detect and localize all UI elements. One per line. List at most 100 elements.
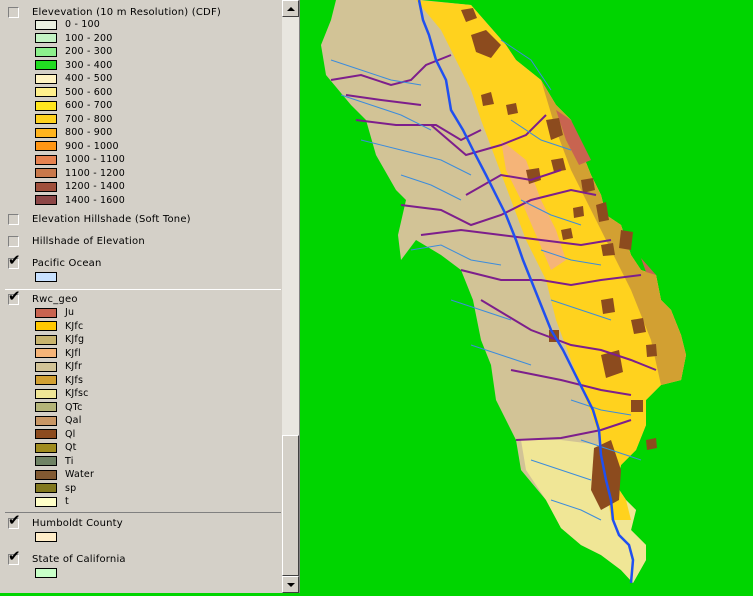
legend-swatch: [35, 456, 57, 466]
legend-item: KJfs: [35, 374, 83, 387]
legend-item: 700 - 800: [35, 113, 113, 126]
legend-swatch: [35, 567, 57, 578]
legend-swatch: [35, 141, 57, 151]
layer-state-of-california-checkbox[interactable]: ✔: [8, 548, 21, 565]
layer-rwc-geo-checkbox[interactable]: ✔: [8, 288, 21, 305]
legend-item: 600 - 700: [35, 99, 113, 112]
arrow-up-icon: [286, 6, 295, 11]
layer-hillshade-of-elevation-checkbox[interactable]: [8, 235, 19, 247]
map-canvas[interactable]: [301, 0, 753, 593]
legend-label: 400 - 500: [65, 73, 113, 84]
check-icon: ✔: [8, 250, 21, 269]
legend-swatch: [35, 73, 57, 84]
legend-label: Ql: [65, 428, 76, 440]
legend-item: 800 - 900: [35, 126, 113, 139]
legend-label: 600 - 700: [65, 100, 113, 111]
legend-item: 900 - 1000: [35, 140, 119, 153]
legend-label: Water: [65, 469, 95, 480]
legend-label: Qt: [65, 442, 77, 453]
legend-label: QTc: [65, 401, 83, 413]
legend-swatch: [35, 429, 57, 439]
layer-humboldt-county[interactable]: ✔ Humboldt County: [8, 512, 123, 531]
legend-label: KJfg: [65, 334, 85, 345]
legend-label: t: [65, 496, 69, 507]
check-icon: ✔: [8, 286, 21, 305]
legend-label: 300 - 400: [65, 59, 113, 71]
legend-item: 1000 - 1100: [35, 153, 125, 166]
legend-swatch: [35, 442, 57, 453]
legend-swatch: [35, 361, 57, 372]
layer-hillshade-of-elevation-name: Hillshade of Elevation: [32, 235, 145, 247]
layer-pacific-ocean-checkbox[interactable]: ✔: [8, 252, 21, 269]
scroll-up-button[interactable]: [282, 0, 299, 17]
legend-item: [35, 270, 65, 283]
legend-label: 1400 - 1600: [65, 194, 126, 206]
legend-swatch: [35, 19, 57, 30]
legend-swatch: [35, 181, 57, 192]
legend-label: sp: [65, 482, 77, 494]
layer-humboldt-county-name: Humboldt County: [32, 517, 123, 529]
legend-swatch: [35, 100, 57, 111]
layer-elevation-checkbox[interactable]: [8, 6, 19, 18]
layer-list: Elevevation (10 m Resolution) (CDF) 0 - …: [0, 0, 282, 593]
legend-label: Qal: [65, 415, 82, 426]
layer-rwc-geo-name: Rwc_geo: [32, 293, 78, 305]
check-icon: ✔: [8, 546, 21, 565]
layer-hillshade-of-elevation[interactable]: Hillshade of Elevation: [8, 233, 145, 249]
map-view[interactable]: [301, 0, 753, 593]
legend-item: 0 - 100: [35, 18, 100, 31]
legend-label: 1200 - 1400: [65, 181, 126, 192]
arrow-down-icon: [286, 582, 295, 587]
legend-swatch: [35, 388, 57, 399]
legend-swatch: [35, 60, 57, 70]
legend-label: KJfl: [65, 347, 81, 359]
legend-item: 200 - 300: [35, 45, 113, 58]
layer-elevation-hillshade-soft[interactable]: Elevation Hillshade (Soft Tone): [8, 211, 191, 227]
legend-swatch: [35, 469, 57, 480]
legend-item: Ju: [35, 306, 74, 319]
legend-swatch: [35, 307, 57, 318]
layer-rwc-geo[interactable]: ✔ Rwc_geo: [8, 288, 78, 307]
legend-item: KJfc: [35, 320, 83, 333]
legend-label: Ti: [65, 455, 74, 467]
layer-state-of-california-name: State of California: [32, 553, 126, 565]
layer-elevation-hillshade-soft-checkbox[interactable]: [8, 213, 19, 225]
legend-swatch: [35, 375, 57, 385]
legend-label: KJfr: [65, 361, 83, 372]
legend-label: 800 - 900: [65, 127, 113, 138]
scroll-down-button[interactable]: [282, 576, 299, 593]
legend-label: 100 - 200: [65, 32, 113, 44]
legend-swatch: [35, 531, 57, 542]
scrollbar-thumb[interactable]: [282, 435, 299, 576]
legend-label: 200 - 300: [65, 46, 113, 57]
legend-label: 700 - 800: [65, 113, 113, 125]
legend-item: 100 - 200: [35, 32, 113, 45]
layer-humboldt-county-checkbox[interactable]: ✔: [8, 512, 21, 529]
legend-item: sp: [35, 482, 76, 495]
check-icon: ✔: [8, 510, 21, 529]
legend-item: [35, 530, 65, 543]
layer-state-of-california[interactable]: ✔ State of California: [8, 548, 126, 567]
legend-item: Qal: [35, 414, 82, 427]
toc-scrollbar[interactable]: [282, 0, 299, 593]
legend-swatch: [35, 415, 57, 426]
legend-item: KJfsc: [35, 387, 89, 400]
legend-item: 1400 - 1600: [35, 194, 125, 207]
layer-pacific-ocean[interactable]: ✔ Pacific Ocean: [8, 252, 102, 271]
legend-label: 0 - 100: [65, 19, 101, 30]
legend-label: 900 - 1000: [65, 140, 119, 152]
legend-label: 1000 - 1100: [65, 154, 126, 165]
layer-elevation-hillshade-soft-name: Elevation Hillshade (Soft Tone): [32, 213, 191, 225]
legend-item: QTc: [35, 401, 83, 414]
legend-swatch: [35, 321, 57, 331]
legend-swatch: [35, 127, 57, 138]
legend-item: Qt: [35, 441, 77, 454]
legend-label: KJfs: [65, 374, 84, 386]
legend-swatch: [35, 114, 57, 124]
legend-label: 1100 - 1200: [65, 167, 126, 179]
legend-item: [35, 566, 65, 579]
legend-item: Water: [35, 468, 94, 481]
legend-item: 1100 - 1200: [35, 167, 125, 180]
legend-swatch: [35, 271, 57, 282]
legend-item: 1200 - 1400: [35, 180, 125, 193]
